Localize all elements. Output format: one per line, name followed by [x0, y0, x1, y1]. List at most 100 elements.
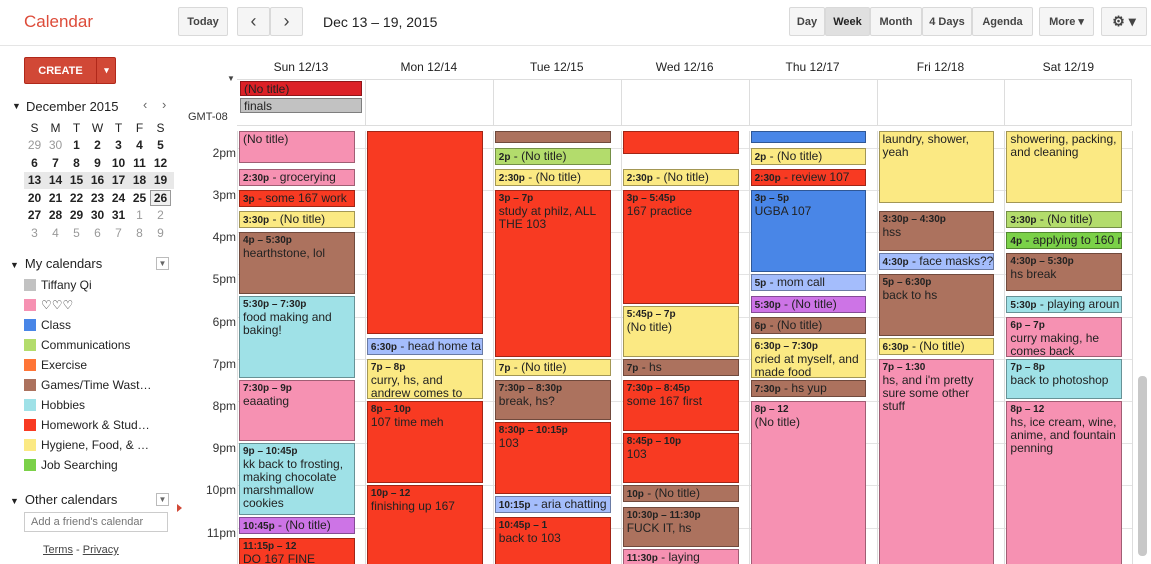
calendar-event[interactable]: 3p – 5:45p 167 practice [622, 190, 739, 305]
add-friend-calendar-input[interactable] [24, 512, 168, 532]
create-dropdown-icon[interactable]: ▾ [96, 58, 116, 83]
collapse-arrow-icon[interactable]: ▼ [10, 260, 19, 270]
calendar-event[interactable]: 3p – 7p study at philz, ALL THE 103 [494, 190, 611, 357]
day-header[interactable]: Wed 12/16 [621, 60, 749, 76]
mini-day[interactable]: 9 [87, 156, 108, 170]
calendar-event[interactable] [750, 131, 867, 143]
calendar-event[interactable]: 7:30p – 8:45p some 167 first [622, 379, 739, 431]
day-header[interactable]: Thu 12/17 [749, 60, 877, 76]
next-button[interactable]: › [270, 7, 303, 36]
mini-day[interactable]: 11 [129, 156, 150, 170]
collapse-arrow-icon[interactable]: ▼ [12, 101, 21, 111]
calendar-item[interactable]: Exercise [24, 355, 87, 375]
calendar-color-swatch[interactable] [24, 379, 36, 391]
calendar-event[interactable]: 8:45p – 10p 103 [622, 432, 739, 484]
calendar-event[interactable]: (No title) [239, 131, 355, 163]
mini-day[interactable]: 9 [150, 226, 171, 240]
mini-day[interactable]: 19 [150, 173, 171, 187]
more-button[interactable]: More ▾ [1039, 7, 1094, 36]
calendar-event[interactable]: 6:30p – 7:30p cried at myself, and made f… [750, 337, 867, 378]
calendar-event[interactable]: 8p – 12 hs, ice cream, wine, anime, and f… [1006, 401, 1123, 564]
calendar-event[interactable]: 3:30p - (No title) [239, 211, 355, 229]
calendar-event[interactable]: 2p - (No title) [494, 147, 611, 165]
mini-day[interactable]: 23 [87, 191, 108, 205]
mini-day[interactable]: 8 [129, 226, 150, 240]
calendar-color-swatch[interactable] [24, 279, 36, 291]
app-logo[interactable]: Calendar [24, 12, 93, 32]
mini-day[interactable]: 4 [45, 226, 66, 240]
calendar-color-swatch[interactable] [24, 299, 36, 311]
allday-event[interactable]: finals [240, 98, 362, 113]
calendar-color-swatch[interactable] [24, 319, 36, 331]
calendar-event[interactable]: 8p – 12 (No title) [750, 401, 867, 564]
mini-day[interactable]: 30 [87, 208, 108, 222]
mini-day[interactable]: 20 [24, 191, 45, 205]
view-week-button[interactable]: Week [825, 7, 870, 36]
mini-day[interactable]: 5 [66, 226, 87, 240]
calendar-event[interactable]: 8:30p – 10:15p 103 [494, 422, 611, 495]
calendar-event[interactable]: 3:30p – 4:30p hss [878, 211, 995, 252]
view-agenda-button[interactable]: Agenda [972, 7, 1033, 36]
calendar-event[interactable]: 7p – 8p curry, hs, and andrew comes to [366, 358, 483, 400]
calendar-event[interactable]: 5:30p - (No title) [750, 295, 867, 313]
calendar-event[interactable]: 8p – 10p 107 time meh [366, 401, 483, 484]
calendar-event[interactable]: 7:30p – 8:30p break, hs? [494, 379, 611, 421]
calendar-event[interactable]: 10p - (No title) [622, 485, 739, 503]
calendar-event[interactable]: laundry, shower, yeah [878, 131, 995, 203]
mini-day[interactable]: 24 [108, 191, 129, 205]
calendar-color-swatch[interactable] [24, 359, 36, 371]
settings-gear-icon[interactable]: ⚙ ▾ [1101, 7, 1147, 36]
mini-day[interactable]: 15 [66, 173, 87, 187]
calendar-event[interactable]: 7p - (No title) [494, 358, 611, 376]
calendar-event[interactable]: 11:15p – 12 DO 167 FINE [239, 538, 355, 564]
calendar-item[interactable]: Class [24, 315, 71, 335]
calendar-event[interactable]: 7p - hs [622, 358, 739, 376]
calendar-event[interactable]: 2:30p - (No title) [622, 168, 739, 186]
calendar-item[interactable]: Games/Time Wast… [24, 375, 151, 395]
mini-prev-icon[interactable]: ‹ [143, 97, 147, 112]
calendar-item[interactable]: Hygiene, Food, & … [24, 435, 149, 455]
mini-day[interactable]: 14 [45, 173, 66, 187]
mini-day[interactable]: 8 [66, 156, 87, 170]
mini-day[interactable]: 26 [150, 189, 171, 206]
calendar-color-swatch[interactable] [24, 459, 36, 471]
mini-day[interactable]: 4 [129, 138, 150, 152]
other-calendars-header[interactable]: ▼ Other calendars [10, 492, 117, 507]
allday-event[interactable]: (No title) [240, 81, 362, 96]
mini-day[interactable]: 17 [108, 173, 129, 187]
allday-toggle-icon[interactable]: ▼ [227, 74, 235, 83]
mini-day[interactable]: 3 [108, 138, 129, 152]
scrollbar[interactable] [1138, 376, 1147, 556]
calendar-item[interactable]: Communications [24, 335, 130, 355]
calendar-event[interactable]: 10:45p - (No title) [239, 517, 355, 535]
mini-day[interactable]: 7 [108, 226, 129, 240]
calendar-event[interactable]: 7:30p - hs yup [750, 379, 867, 397]
create-button[interactable]: CREATE ▾ [24, 57, 116, 84]
calendar-event[interactable]: 6:30p - head home ta [366, 337, 483, 355]
mini-day[interactable]: 2 [87, 138, 108, 152]
day-header[interactable]: Tue 12/15 [493, 60, 621, 76]
calendar-event[interactable]: 10:30p – 11:30p FUCK IT, hs [622, 506, 739, 547]
calendar-color-swatch[interactable] [24, 399, 36, 411]
calendar-event[interactable]: 11:30p - laying [622, 548, 739, 564]
calendar-event[interactable]: 9p – 10:45p kk back to frosting, making c… [239, 443, 355, 516]
calendar-event[interactable]: 6p – 7p curry making, he comes back [1006, 316, 1123, 357]
mini-day[interactable]: 29 [66, 208, 87, 222]
calendar-event[interactable]: 2:30p - (No title) [494, 168, 611, 186]
calendar-event[interactable]: 2p - (No title) [750, 147, 867, 165]
mini-day[interactable]: 12 [150, 156, 171, 170]
mini-day[interactable]: 3 [24, 226, 45, 240]
calendar-color-swatch[interactable] [24, 419, 36, 431]
calendar-event[interactable]: 7:30p – 9p eaaating [239, 379, 355, 442]
calendar-event[interactable]: 3p - some 167 work [239, 190, 355, 208]
day-header[interactable]: Mon 12/14 [365, 60, 493, 76]
calendar-event[interactable]: 10p – 12 finishing up 167 [366, 485, 483, 564]
other-calendars-menu-icon[interactable]: ▼ [156, 493, 169, 506]
calendar-event[interactable]: 6p - (No title) [750, 316, 867, 334]
calendar-color-swatch[interactable] [24, 339, 36, 351]
calendar-event[interactable] [622, 131, 739, 155]
mini-day[interactable]: 5 [150, 138, 171, 152]
mini-day[interactable]: 18 [129, 173, 150, 187]
day-header[interactable]: Fri 12/18 [877, 60, 1005, 76]
calendar-item[interactable]: Homework & Stud… [24, 415, 150, 435]
